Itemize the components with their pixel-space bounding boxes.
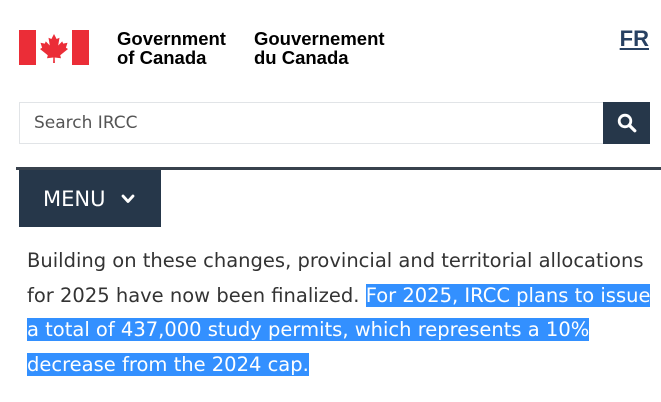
- menu-button[interactable]: MENU: [19, 170, 161, 227]
- wordmark-en-line2: of Canada: [117, 47, 207, 68]
- menu-label: MENU: [43, 186, 106, 211]
- search-input[interactable]: [19, 102, 603, 144]
- search-bar: [19, 102, 650, 144]
- government-of-canada-logo[interactable]: Government of Canada Gouvernement du Can…: [19, 29, 385, 67]
- wordmark-fr-line1: Gouvernement: [253, 28, 385, 49]
- wordmark-fr-line2: du Canada: [253, 47, 349, 68]
- language-toggle-link[interactable]: FR: [620, 26, 649, 52]
- wordmark-french: Gouvernement du Canada: [254, 29, 385, 67]
- wordmark-en-line1: Government: [117, 28, 226, 49]
- search-icon: [617, 113, 636, 133]
- chevron-down-icon: [121, 194, 135, 204]
- article-paragraph: Building on these changes, provincial an…: [27, 244, 657, 382]
- wordmark-english: Government of Canada: [117, 29, 226, 67]
- canada-flag-icon: [19, 30, 89, 65]
- search-button[interactable]: [603, 102, 650, 144]
